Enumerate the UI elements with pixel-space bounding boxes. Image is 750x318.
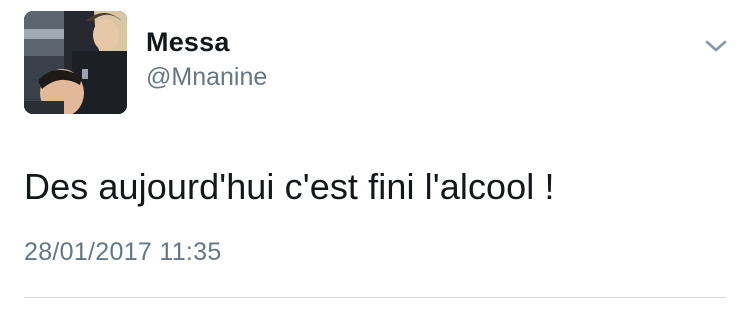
chevron-down-icon[interactable] — [703, 36, 729, 56]
tweet-card: Messa @Mnanine Des aujourd'hui c'est fin… — [0, 0, 750, 318]
divider — [24, 297, 726, 298]
display-name[interactable]: Messa — [146, 27, 230, 58]
user-handle[interactable]: @Mnanine — [146, 63, 267, 92]
tweet-text: Des aujourd'hui c'est fini l'alcool ! — [24, 166, 555, 207]
tweet-timestamp[interactable]: 28/01/2017 11:35 — [24, 238, 222, 267]
avatar-photo — [24, 11, 127, 114]
avatar[interactable] — [24, 11, 127, 114]
